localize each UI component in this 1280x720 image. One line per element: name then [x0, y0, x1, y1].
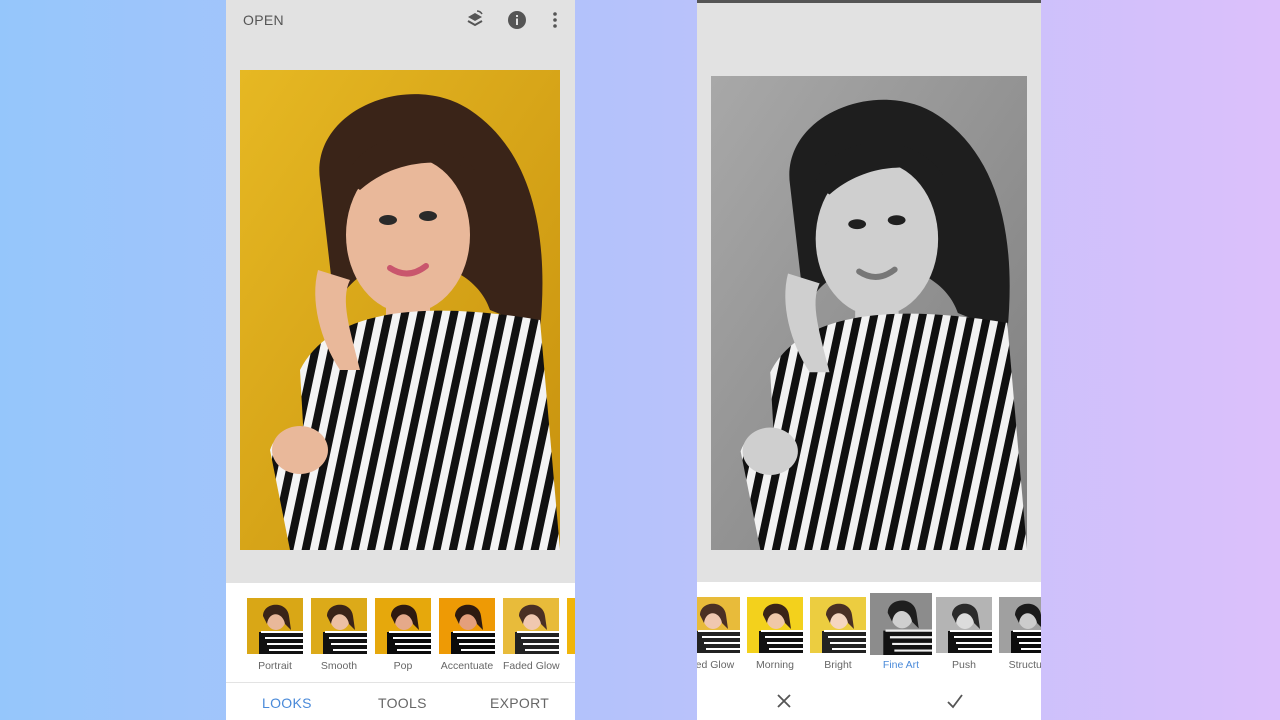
look-label: Fine Art [882, 659, 920, 671]
status-bar-line [697, 0, 1041, 3]
look-preview [311, 598, 367, 654]
look-thumbnail[interactable]: Morning [747, 597, 803, 671]
editor-screen-left: OPEN Portrait Smooth Pop Accentuate Fade… [226, 0, 575, 720]
bottom-nav: LOOKS TOOLS EXPORT [226, 682, 575, 720]
look-thumbnail[interactable]: Faded Glow [503, 598, 560, 672]
look-thumbnail-partial[interactable] [567, 598, 575, 654]
look-thumbnail[interactable]: Pop [375, 598, 431, 672]
look-thumbnail[interactable]: Accentuate [439, 598, 495, 672]
look-thumbnail[interactable]: Bright [810, 597, 866, 671]
look-label: Structur [1008, 659, 1041, 671]
look-thumbnail[interactable]: Portrait [247, 598, 303, 672]
look-label: Pop [393, 660, 413, 672]
looks-strip[interactable]: Portrait Smooth Pop Accentuate Faded Glo… [226, 583, 575, 683]
look-thumbnail[interactable]: Structur [999, 597, 1041, 671]
open-button[interactable]: OPEN [243, 12, 284, 28]
look-label: ded Glow [697, 659, 735, 671]
look-label: Smooth [320, 660, 358, 672]
editor-screen-right: ded Glow Morning Bright Fine Art [697, 0, 1041, 720]
top-toolbar: OPEN [226, 0, 575, 40]
close-icon[interactable] [774, 691, 794, 711]
tab-tools[interactable]: TOOLS [378, 695, 427, 711]
look-label: Push [952, 659, 976, 671]
portrait-image [240, 70, 560, 550]
bottom-panel: Portrait Smooth Pop Accentuate Faded Glo… [226, 583, 575, 720]
look-preview [503, 598, 559, 654]
look-preview [810, 597, 866, 653]
look-thumbnail-selected[interactable]: Fine Art [870, 593, 932, 671]
portrait-image-bw [711, 76, 1027, 550]
look-thumbnail[interactable]: Smooth [311, 598, 367, 672]
look-preview [439, 598, 495, 654]
bottom-panel: ded Glow Morning Bright Fine Art [697, 582, 1041, 720]
main-photo-bw[interactable] [711, 76, 1027, 550]
look-preview [567, 598, 575, 654]
look-preview [697, 597, 740, 653]
look-preview [870, 593, 932, 655]
look-thumbnail[interactable]: Push [936, 597, 992, 671]
info-icon[interactable] [506, 9, 528, 31]
layers-stack-icon[interactable] [464, 9, 486, 31]
look-label: Accentuate [440, 660, 494, 672]
checkmark-icon[interactable] [945, 691, 965, 711]
look-preview [999, 597, 1041, 653]
tab-export[interactable]: EXPORT [490, 695, 549, 711]
main-photo[interactable] [240, 70, 560, 550]
look-label: Portrait [258, 660, 292, 672]
tab-looks[interactable]: LOOKS [262, 695, 312, 711]
looks-strip[interactable]: ded Glow Morning Bright Fine Art [697, 582, 1041, 682]
look-preview [747, 597, 803, 653]
look-preview [936, 597, 992, 653]
look-label: Morning [756, 659, 794, 671]
look-label: Bright [824, 659, 852, 671]
look-label: Faded Glow [503, 660, 560, 672]
look-preview [375, 598, 431, 654]
look-preview [247, 598, 303, 654]
look-thumbnail[interactable]: ded Glow [697, 597, 740, 671]
more-vert-icon[interactable] [544, 9, 566, 31]
